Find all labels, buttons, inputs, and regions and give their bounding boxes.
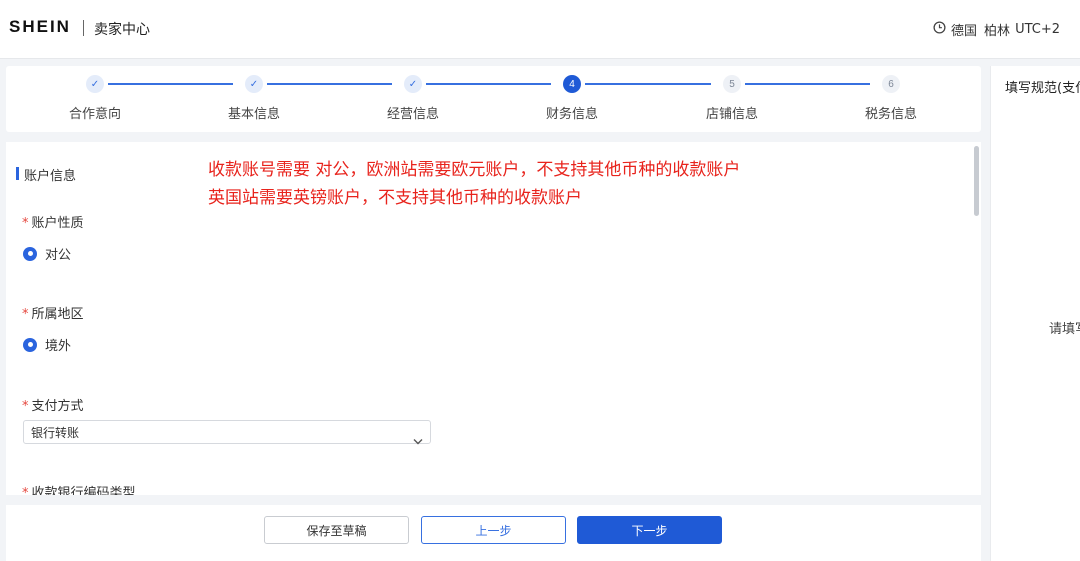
select-value: 银行转账 — [31, 426, 80, 440]
radio-region-overseas[interactable]: 境外 — [23, 335, 71, 354]
radio-selected-icon — [23, 246, 37, 261]
section-accent-bar — [16, 167, 19, 180]
form-scrollbar[interactable] — [974, 146, 979, 216]
step-tax-info[interactable]: 6 税务信息 — [836, 75, 946, 122]
field-label-text: 收款银行编码类型 — [31, 486, 136, 495]
check-icon: ✓ — [86, 75, 104, 93]
guidance-hint: 请填写 — [1049, 322, 1080, 337]
step-label: 店铺信息 — [705, 107, 758, 122]
account-type-label: * 账户性质 — [22, 212, 84, 231]
step-label: 合作意向 — [68, 107, 121, 122]
next-step-button[interactable]: 下一步 — [577, 516, 722, 544]
required-mark: * — [22, 216, 29, 231]
check-icon: ✓ — [245, 75, 263, 93]
step-number: 4 — [563, 75, 581, 93]
field-label-text: 账户性质 — [31, 216, 84, 231]
stepper-connectors — [108, 83, 870, 85]
step-finance-info[interactable]: 4 财务信息 — [517, 75, 627, 122]
step-number: 6 — [882, 75, 900, 93]
shein-logo[interactable]: SHEIN — [9, 17, 71, 37]
guidance-title: 填写规范(支付 — [1005, 81, 1080, 96]
annotation-note: 收款账号需要 对公，欧洲站需要欧元账户，不支持其他币种的收款账户 英国站需要英镑… — [208, 156, 740, 212]
save-draft-button[interactable]: 保存至草稿 — [264, 516, 409, 544]
section-title: 账户信息 — [24, 169, 77, 184]
timezone-country: 德国 — [951, 24, 978, 39]
payment-method-label: * 支付方式 — [22, 395, 84, 414]
timezone-display[interactable]: 德国 柏林 UTC+2 — [933, 20, 1060, 39]
region-label: * 所属地区 — [22, 303, 84, 322]
annotation-line: 收款账号需要 对公，欧洲站需要欧元账户，不支持其他币种的收款账户 — [208, 160, 741, 180]
radio-selected-icon — [23, 337, 37, 352]
previous-step-button[interactable]: 上一步 — [421, 516, 566, 544]
timezone-offset: UTC+2 — [1015, 22, 1060, 37]
step-label: 经营信息 — [386, 107, 439, 122]
field-label-text: 支付方式 — [31, 399, 84, 414]
field-label-text: 所属地区 — [31, 307, 84, 322]
guidance-panel: 填写规范(支付 请填写 — [990, 66, 1080, 561]
clock-icon — [933, 21, 946, 38]
chevron-down-icon — [413, 429, 423, 453]
payment-method-select[interactable]: 银行转账 — [23, 420, 431, 445]
radio-label: 境外 — [45, 339, 72, 354]
registration-stepper: ✓ 合作意向 ✓ 基本信息 ✓ 经营信息 4 财务信息 5 店铺信息 6 税务信… — [6, 66, 981, 132]
radio-account-type-corporate[interactable]: 对公 — [23, 244, 71, 263]
check-icon: ✓ — [404, 75, 422, 93]
annotation-line: 英国站需要英镑账户，不支持其他币种的收款账户 — [208, 188, 582, 208]
app-title: 卖家中心 — [94, 22, 150, 38]
required-mark: * — [22, 486, 29, 495]
finance-form: 账户信息 收款账号需要 对公，欧洲站需要欧元账户，不支持其他币种的收款账户 英国… — [6, 142, 981, 495]
logo-divider — [83, 20, 84, 36]
step-basic-info[interactable]: ✓ 基本信息 — [199, 75, 309, 122]
required-mark: * — [22, 307, 29, 322]
step-label: 税务信息 — [864, 107, 917, 122]
bank-code-type-label: * 收款银行编码类型 — [22, 482, 136, 495]
timezone-city: 柏林 — [984, 24, 1011, 39]
form-footer: 保存至草稿 上一步 下一步 — [6, 505, 981, 561]
step-label: 财务信息 — [545, 107, 598, 122]
step-store-info[interactable]: 5 店铺信息 — [677, 75, 787, 122]
required-mark: * — [22, 399, 29, 414]
step-business-info[interactable]: ✓ 经营信息 — [358, 75, 468, 122]
step-label: 基本信息 — [227, 107, 280, 122]
step-cooperation-intent[interactable]: ✓ 合作意向 — [40, 75, 150, 122]
step-number: 5 — [723, 75, 741, 93]
top-header: SHEIN 卖家中心 德国 柏林 UTC+2 — [0, 0, 1080, 59]
radio-label: 对公 — [45, 248, 72, 263]
